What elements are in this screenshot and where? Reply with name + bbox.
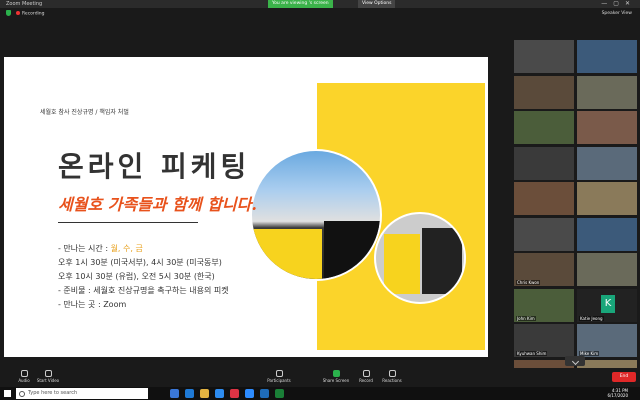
meeting-toolbar: Audio Start Video Participants Share Scr… <box>0 368 640 387</box>
participant-name: Chris Kwon <box>516 280 541 285</box>
detail-line: - 준비물 : 세월호 진상규명을 촉구하는 내용의 피켓 <box>58 286 229 295</box>
window-titlebar: Zoom Meeting You are viewing 's screen V… <box>0 0 640 8</box>
participant-tile[interactable] <box>514 40 574 73</box>
detail-line: - 만나는 곳 : Zoom <box>58 300 127 309</box>
camera-icon <box>44 370 52 377</box>
participant-tile[interactable]: Mike Kim <box>577 324 637 357</box>
start-video-button[interactable]: Start Video <box>26 369 70 386</box>
taskbar-search-box[interactable]: Type here to search <box>16 388 148 399</box>
taskview-icon[interactable] <box>170 389 179 398</box>
participants-icon <box>275 370 283 377</box>
presentation-slide: 세월호 참사 진상규명 / 책임자 처벌 온라인 피케팅 세월호 가족들과 함께… <box>4 57 488 357</box>
participant-tile[interactable] <box>577 146 637 180</box>
taskbar-clock[interactable]: 4:31 PM 6/17/2020 <box>607 388 628 398</box>
close-icon[interactable]: ✕ <box>625 0 636 7</box>
participant-tile[interactable] <box>577 253 637 286</box>
zoom-app-icon[interactable] <box>245 389 254 398</box>
participant-gallery: Chris Kwon John Kim K Katie Jeong Kyuhwan Sh… <box>514 40 640 393</box>
participant-tile[interactable] <box>577 217 637 251</box>
avatar: K <box>601 294 615 313</box>
protest-sign <box>422 228 462 294</box>
participant-tile[interactable] <box>577 182 637 215</box>
chrome-icon[interactable] <box>230 389 239 398</box>
screen-share-banner: You are viewing 's screen <box>268 0 333 8</box>
windows-taskbar: Type here to search 4:31 PM 6/17/2020 <box>0 387 640 400</box>
windows-start-icon[interactable] <box>4 390 11 397</box>
detail-line: - 만나는 시간 : 월, 수, 금 <box>58 242 229 256</box>
store-icon[interactable] <box>215 389 224 398</box>
video-label: Start Video <box>36 378 60 383</box>
slide-tagline: 세월호 가족들과 함께 합니다. <box>58 195 257 214</box>
participant-name: Katie Jeong <box>579 315 604 321</box>
gallery-scroll-down-button[interactable] <box>565 356 585 366</box>
file-explorer-icon[interactable] <box>200 389 209 398</box>
slide-subtitle: 세월호 참사 진상규명 / 책임자 처벌 <box>40 109 129 116</box>
app-title: Zoom Meeting <box>6 1 43 7</box>
reaction-icon <box>388 370 396 377</box>
protest-sign <box>252 229 322 279</box>
detail-text: - 만나는 시간 : <box>58 244 111 253</box>
participant-tile[interactable]: Chris Kwon <box>514 253 574 286</box>
meeting-topbar: Recording Speaker View <box>0 8 640 20</box>
protest-sign <box>384 234 420 294</box>
participant-tile[interactable]: K Katie Jeong <box>577 288 637 322</box>
shared-screen-area: 세월호 참사 진상규명 / 책임자 처벌 온라인 피케팅 세월호 가족들과 함께… <box>0 20 511 370</box>
participant-tile[interactable] <box>514 217 574 251</box>
word-icon[interactable] <box>260 389 269 398</box>
participant-tile[interactable] <box>514 75 574 109</box>
detail-line: 오후 10시 30분 (유럽), 오전 5시 30분 (한국) <box>58 272 215 281</box>
share-screen-icon <box>332 370 340 377</box>
recording-indicator: Recording <box>16 11 45 17</box>
security-shield-icon[interactable] <box>6 10 11 16</box>
clock-date: 6/17/2020 <box>607 393 628 398</box>
reactions-button[interactable]: Reactions <box>370 369 414 386</box>
view-options-button[interactable]: View Options <box>358 0 396 8</box>
detail-line: 오후 1시 30분 (미국서부), 4시 30분 (미국동부) <box>58 258 222 267</box>
participant-tile[interactable] <box>577 75 637 109</box>
maximize-icon[interactable]: ▢ <box>613 0 625 7</box>
slide-details: - 만나는 시간 : 월, 수, 금 오후 1시 30분 (미국서부), 4시 … <box>58 242 229 312</box>
participants-button[interactable]: Participants <box>257 369 301 386</box>
record-icon <box>362 370 370 377</box>
participant-tile[interactable] <box>514 182 574 215</box>
participants-label: Participants <box>267 378 291 383</box>
divider <box>58 222 198 223</box>
reactions-label: Reactions <box>382 378 402 383</box>
participant-tile[interactable] <box>577 111 637 144</box>
protest-photo-small <box>374 212 466 304</box>
minimize-icon[interactable]: — <box>601 0 613 7</box>
participant-tile[interactable]: John Kim <box>514 288 574 322</box>
edge-icon[interactable] <box>185 389 194 398</box>
participant-tile[interactable]: Kyuhwan Shim <box>514 324 574 357</box>
participant-tile[interactable] <box>514 146 574 180</box>
participant-tile[interactable] <box>514 111 574 144</box>
speaker-view-button[interactable]: Speaker View <box>602 11 632 16</box>
participant-tile[interactable] <box>577 40 637 73</box>
protest-photo-large <box>250 149 382 281</box>
participant-name: John Kim <box>516 315 536 321</box>
end-meeting-button[interactable]: End <box>612 372 636 382</box>
detail-highlight: 월, 수, 금 <box>110 244 143 253</box>
excel-icon[interactable] <box>275 389 284 398</box>
slide-title: 온라인 피케팅 <box>58 150 251 183</box>
participant-name: Kyuhwan Shim <box>516 351 548 356</box>
protest-sign <box>324 221 380 279</box>
window-controls[interactable]: —▢✕ <box>601 0 636 8</box>
